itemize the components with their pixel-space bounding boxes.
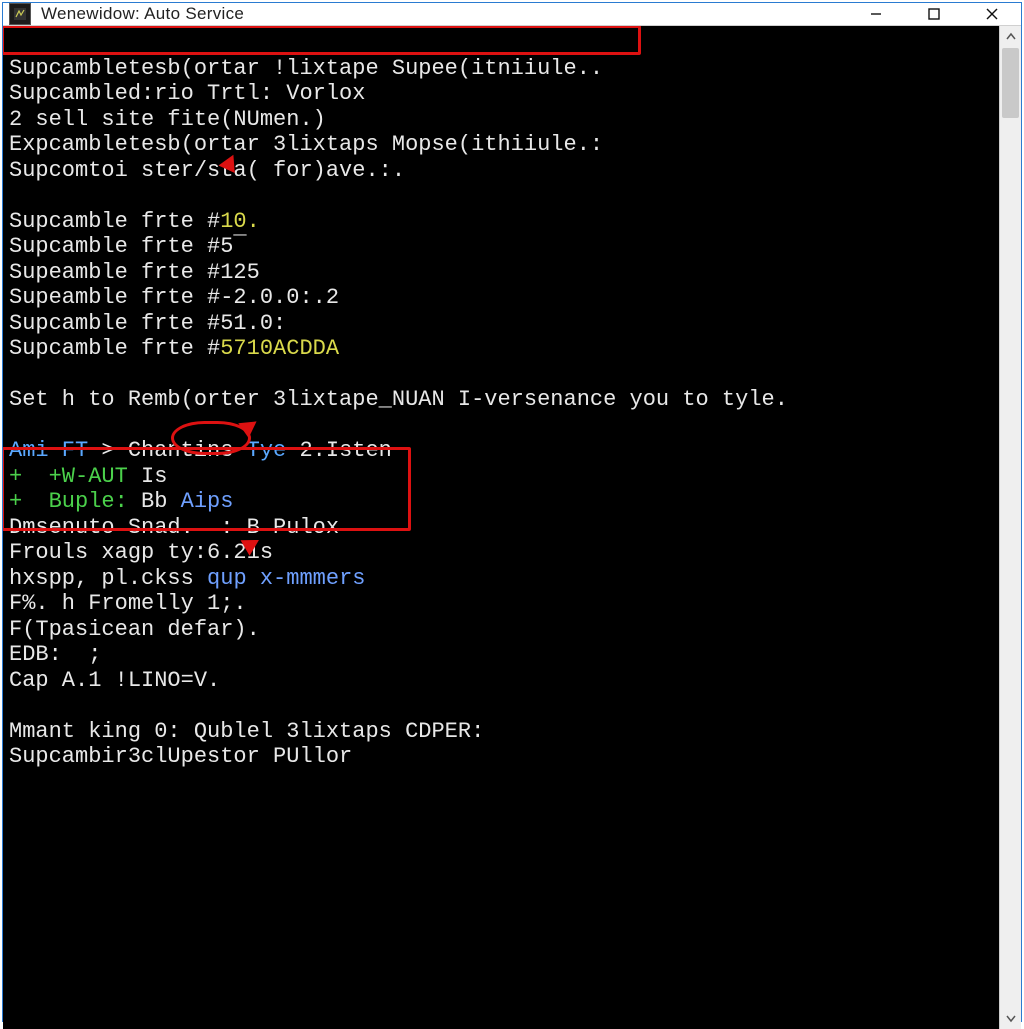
term-line: Mmant king 0: Qublel 3lixtaps CDPER:: [9, 719, 993, 745]
term-line: Cap A.1 !LINO=V.: [9, 668, 993, 694]
term-blank: [9, 362, 993, 388]
term-blank: [9, 183, 993, 209]
term-line: Supcamble frte #5710ACDDA: [9, 336, 993, 362]
term-line: Ami FT > Chantins Tye 2.Isten: [9, 438, 993, 464]
term-line: + Buple: Bb Aips: [9, 489, 993, 515]
term-line: Set h to Remb(orter 3lixtape_NUAN I-vers…: [9, 387, 993, 413]
annotation-box-1: [3, 26, 641, 55]
term-line: hxspp, pl.ckss qup x-mmmers: [9, 566, 993, 592]
term-line: Supcomtoi ster/sta( for)ave.:.: [9, 158, 993, 184]
term-line: 2 sell site fite(NUmen.): [9, 107, 993, 133]
term-blank: [9, 413, 993, 439]
term-line: Supcambletesb(ortar !lixtape Supee(itnii…: [9, 56, 993, 82]
term-line: Supcamble frte #51.0:: [9, 311, 993, 337]
scroll-thumb[interactable]: [1002, 48, 1019, 118]
term-line: Dmsenuto Snad. : B Pulox: [9, 515, 993, 541]
term-blank: [9, 693, 993, 719]
scroll-down-icon[interactable]: [1000, 1007, 1021, 1029]
term-line: EDB: ;: [9, 642, 993, 668]
term-line: Supeamble frte #-2.0.0:.2: [9, 285, 993, 311]
term-line: Supcamble frte #5¯: [9, 234, 993, 260]
window-title: Wenewidow: Auto Service: [41, 4, 847, 24]
term-line: Expcambletesb(ortar 3lixtaps Mopse(ithii…: [9, 132, 993, 158]
maximize-button[interactable]: [905, 3, 963, 25]
titlebar[interactable]: Wenewidow: Auto Service: [3, 3, 1021, 26]
close-button[interactable]: [963, 3, 1021, 25]
terminal-output[interactable]: Supcambletesb(ortar !lixtape Supee(itnii…: [3, 26, 999, 1029]
term-line: Supcamble frte #10.: [9, 209, 993, 235]
app-window: Wenewidow: Auto Service Supcambletesb(or…: [2, 2, 1022, 1022]
term-line: Frouls xagp ty:6.21s: [9, 540, 993, 566]
window-controls: [847, 3, 1021, 25]
term-line: Supcambled:rio Trtl: Vorlox: [9, 81, 993, 107]
term-line: F(Tpasicean defar).: [9, 617, 993, 643]
client-area: Supcambletesb(ortar !lixtape Supee(itnii…: [3, 26, 1021, 1029]
vertical-scrollbar[interactable]: [999, 26, 1021, 1029]
app-icon: [9, 3, 31, 25]
minimize-button[interactable]: [847, 3, 905, 25]
term-line: + +W-AUT Is: [9, 464, 993, 490]
term-line: Supeamble frte #125: [9, 260, 993, 286]
term-line: F%. h Fromelly 1;.: [9, 591, 993, 617]
term-line: Supcambir3clUpestor PUllor: [9, 744, 993, 770]
scroll-up-icon[interactable]: [1000, 26, 1021, 48]
